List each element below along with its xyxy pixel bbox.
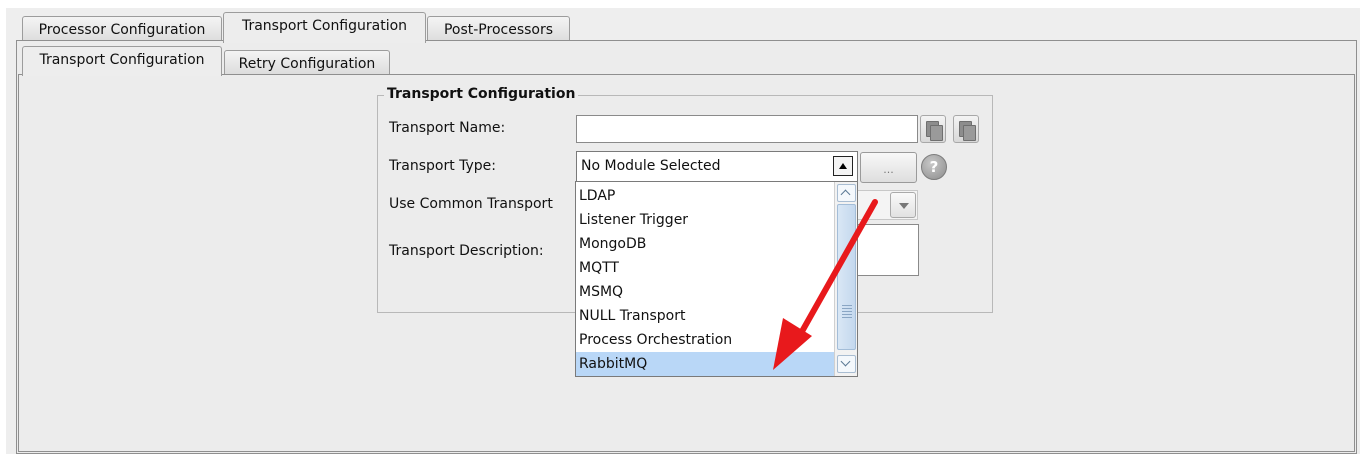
- subtab-transport-configuration[interactable]: Transport Configuration: [22, 46, 222, 76]
- paste-button[interactable]: [953, 115, 979, 143]
- transport-name-label: Transport Name:: [389, 120, 506, 136]
- tab-label: Transport Configuration: [241, 18, 408, 34]
- transport-description-input[interactable]: [858, 224, 919, 276]
- transport-name-input[interactable]: [576, 115, 918, 143]
- list-item-msmq[interactable]: MSMQ: [576, 280, 834, 304]
- list-item-rabbitmq[interactable]: RabbitMQ: [576, 352, 834, 376]
- list-item-ldap[interactable]: LDAP: [576, 184, 834, 208]
- subtab-retry-configuration[interactable]: Retry Configuration: [224, 50, 390, 75]
- grip-icon: [842, 305, 852, 319]
- list-item-null-transport[interactable]: NULL Transport: [576, 304, 834, 328]
- tab-label: Processor Configuration: [38, 22, 206, 38]
- transport-type-dropdown-list[interactable]: LDAP Listener Trigger MongoDB MQTT MSMQ …: [575, 181, 858, 377]
- tab-transport-configuration[interactable]: Transport Configuration: [223, 12, 426, 43]
- tab-label: Retry Configuration: [238, 56, 376, 72]
- chevron-down-icon[interactable]: [890, 192, 916, 218]
- list-item-mqtt[interactable]: MQTT: [576, 256, 834, 280]
- use-common-transport-label: Use Common Transport: [389, 196, 553, 212]
- tab-label: Post-Processors: [443, 22, 554, 38]
- dropdown-scrollbar[interactable]: [834, 182, 857, 376]
- tab-processor-configuration[interactable]: Processor Configuration: [22, 16, 222, 42]
- scrollbar-thumb[interactable]: [837, 204, 856, 350]
- scroll-down-icon[interactable]: [837, 355, 856, 373]
- scroll-up-icon[interactable]: [837, 184, 856, 202]
- transport-description-label: Transport Description:: [389, 243, 544, 259]
- group-title: Transport Configuration: [384, 86, 579, 102]
- tab-post-processors[interactable]: Post-Processors: [427, 16, 570, 42]
- chevron-up-icon[interactable]: [833, 156, 853, 176]
- transport-type-label: Transport Type:: [389, 158, 497, 174]
- transport-type-combo[interactable]: No Module Selected: [576, 151, 858, 182]
- list-item-mongodb[interactable]: MongoDB: [576, 232, 834, 256]
- list-item-process-orchestration[interactable]: Process Orchestration: [576, 328, 834, 352]
- list-item-listener-trigger[interactable]: Listener Trigger: [576, 208, 834, 232]
- tab-label: Transport Configuration: [39, 52, 205, 68]
- browse-module-button[interactable]: ...: [860, 152, 917, 183]
- transport-type-value: No Module Selected: [581, 158, 721, 174]
- copy-button[interactable]: [920, 115, 946, 143]
- help-icon[interactable]: ?: [921, 154, 947, 180]
